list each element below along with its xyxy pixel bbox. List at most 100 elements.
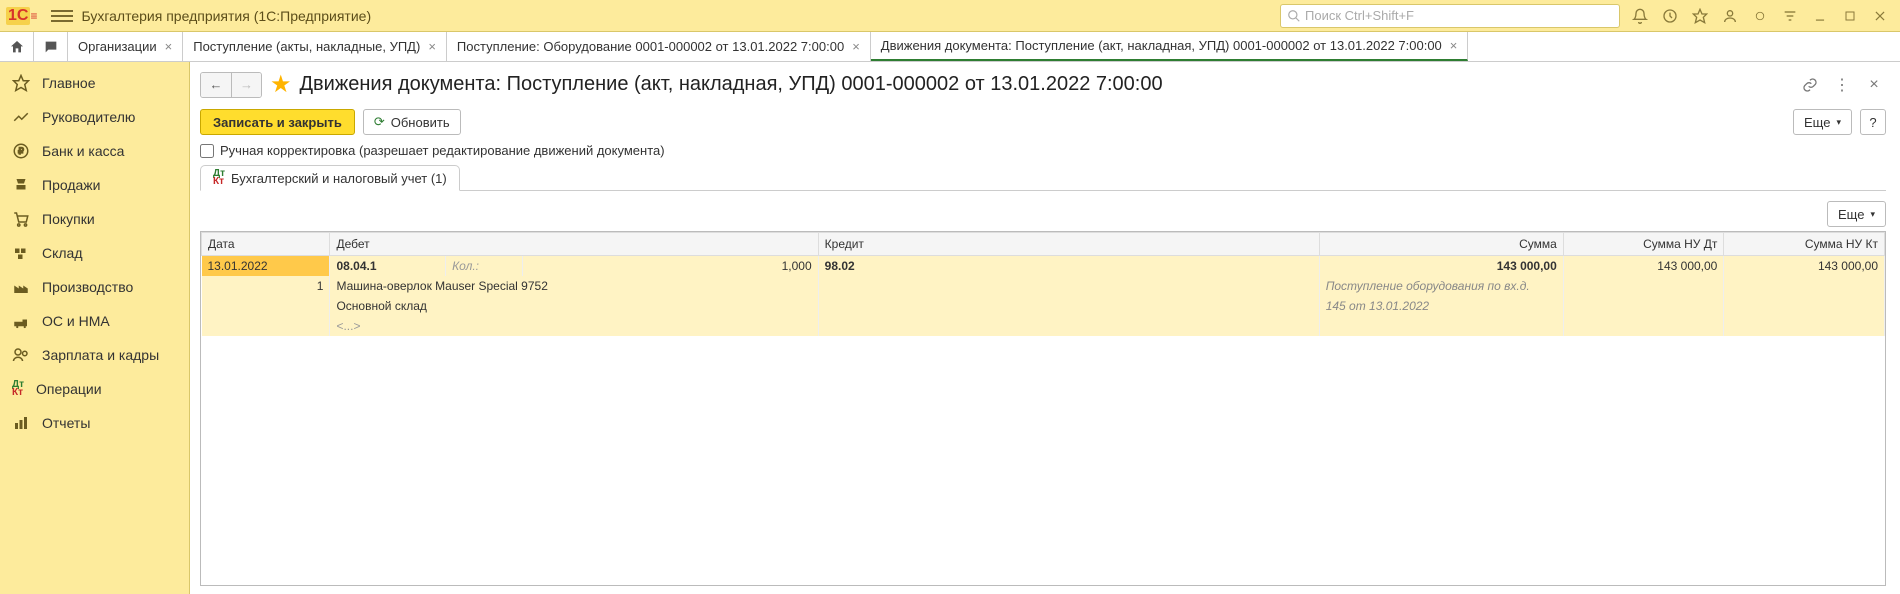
sidebar-item-main[interactable]: Главное xyxy=(0,66,189,100)
tab-receipts[interactable]: Поступление (акты, накладные, УПД) × xyxy=(183,32,447,61)
sidebar-item-bank[interactable]: ₽ Банк и касса xyxy=(0,134,189,168)
tab-label: Поступление (акты, накладные, УПД) xyxy=(193,39,420,54)
search-placeholder: Поиск Ctrl+Shift+F xyxy=(1305,8,1414,23)
forward-button: → xyxy=(231,73,261,97)
sidebar-item-label: Операции xyxy=(36,381,102,397)
inner-tab-label: Бухгалтерский и налоговый учет (1) xyxy=(231,171,447,186)
cell-kol-value: 1,000 xyxy=(523,256,818,277)
sidebar-item-salary[interactable]: Зарплата и кадры xyxy=(0,338,189,372)
sidebar-item-assets[interactable]: ОС и НМА xyxy=(0,304,189,338)
star-icon[interactable] xyxy=(1686,2,1714,30)
logo-1c: 1C≡ xyxy=(6,7,37,25)
table-more-button[interactable]: Еще ▾ xyxy=(1827,201,1886,227)
minimize-icon[interactable] xyxy=(1806,2,1834,30)
col-sum[interactable]: Сумма xyxy=(1319,233,1563,256)
user-icon[interactable] xyxy=(1716,2,1744,30)
cell-comment2: 145 от 13.01.2022 xyxy=(1319,296,1563,316)
history-icon[interactable] xyxy=(1656,2,1684,30)
cell-credit-acc: 98.02 xyxy=(818,256,1319,277)
refresh-icon: ⟳ xyxy=(374,114,385,130)
cell-sum-nu-dt: 143 000,00 xyxy=(1563,256,1724,277)
tab-document-movements[interactable]: Движения документа: Поступление (акт, на… xyxy=(871,32,1469,61)
help-button[interactable]: ? xyxy=(1860,109,1886,135)
tab-receipt-equipment[interactable]: Поступление: Оборудование 0001-000002 от… xyxy=(447,32,871,61)
manual-edit-checkbox[interactable] xyxy=(200,144,214,158)
sidebar-item-label: Продажи xyxy=(42,177,100,193)
sidebar-item-label: Зарплата и кадры xyxy=(42,347,159,363)
more-label: Еще xyxy=(1804,115,1830,130)
movements-table: Дата Дебет Кредит Сумма Сумма НУ Дт Сумм… xyxy=(200,231,1886,586)
circle-icon[interactable] xyxy=(1746,2,1774,30)
tab-label: Движения документа: Поступление (акт, на… xyxy=(881,38,1442,53)
sidebar-item-label: Покупки xyxy=(42,211,95,227)
cell-debit-acc: 08.04.1 xyxy=(330,256,446,277)
sidebar-item-reports[interactable]: Отчеты xyxy=(0,406,189,440)
sidebar-item-production[interactable]: Производство xyxy=(0,270,189,304)
col-date[interactable]: Дата xyxy=(202,233,330,256)
cell-date: 13.01.2022 xyxy=(202,256,330,277)
tab-label: Поступление: Оборудование 0001-000002 от… xyxy=(457,39,844,54)
table-row[interactable]: 1 Машина-оверлок Mauser Special 9752 Пос… xyxy=(202,276,1885,296)
chevron-down-icon: ▾ xyxy=(1836,117,1841,128)
cell-comment1: Поступление оборудования по вх.д. xyxy=(1319,276,1563,296)
sidebar-item-label: Склад xyxy=(42,245,83,261)
col-credit[interactable]: Кредит xyxy=(818,233,1319,256)
close-icon[interactable]: × xyxy=(165,39,173,54)
cell-num: 1 xyxy=(202,276,330,296)
refresh-button[interactable]: ⟳ Обновить xyxy=(363,109,461,135)
close-icon[interactable]: × xyxy=(428,39,436,54)
sidebar-item-label: Руководителю xyxy=(42,109,135,125)
inner-tab-accounting[interactable]: ДтКт Бухгалтерский и налоговый учет (1) xyxy=(200,165,460,191)
titlebar: 1C≡ Бухгалтерия предприятия (1С:Предприя… xyxy=(0,0,1900,32)
document-title: Движения документа: Поступление (акт, на… xyxy=(300,73,1163,96)
sidebar-item-purchases[interactable]: Покупки xyxy=(0,202,189,236)
filter-icon[interactable] xyxy=(1776,2,1804,30)
sidebar-item-sales[interactable]: Продажи xyxy=(0,168,189,202)
link-icon[interactable] xyxy=(1798,73,1822,97)
hamburger-icon[interactable] xyxy=(51,5,73,27)
more-button[interactable]: Еще ▾ xyxy=(1793,109,1852,135)
dtkt-icon: ДтКт xyxy=(213,170,225,186)
sidebar-item-label: Банк и касса xyxy=(42,143,124,159)
cell-subkonto3: <...> xyxy=(330,316,818,336)
sidebar-item-label: Главное xyxy=(42,75,96,91)
app-title: Бухгалтерия предприятия (1С:Предприятие) xyxy=(81,8,371,24)
nav-back-forward: ← → xyxy=(200,72,262,98)
manual-edit-label: Ручная корректировка (разрешает редактир… xyxy=(220,143,665,158)
chevron-down-icon: ▾ xyxy=(1870,209,1875,220)
cell-subkonto1: Машина-оверлок Mauser Special 9752 xyxy=(330,276,818,296)
more-label: Еще xyxy=(1838,207,1864,222)
sidebar: Главное Руководителю ₽ Банк и касса Прода… xyxy=(0,62,190,594)
save-close-button[interactable]: Записать и закрыть xyxy=(200,109,355,135)
chat-icon[interactable] xyxy=(34,32,68,61)
sidebar-item-label: ОС и НМА xyxy=(42,313,110,329)
sidebar-item-manager[interactable]: Руководителю xyxy=(0,100,189,134)
tabstrip: Организации× Поступление (акты, накладны… xyxy=(0,32,1900,62)
maximize-icon[interactable] xyxy=(1836,2,1864,30)
sidebar-item-warehouse[interactable]: Склад xyxy=(0,236,189,270)
table-row[interactable]: Основной склад 145 от 13.01.2022 xyxy=(202,296,1885,316)
cell-sum-nu-kt: 143 000,00 xyxy=(1724,256,1885,277)
table-row[interactable]: <...> xyxy=(202,316,1885,336)
cell-subkonto2: Основной склад xyxy=(330,296,818,316)
bell-icon[interactable] xyxy=(1626,2,1654,30)
table-row[interactable]: 13.01.2022 08.04.1 Кол.: 1,000 98.02 143… xyxy=(202,256,1885,277)
refresh-label: Обновить xyxy=(391,115,450,130)
close-icon[interactable]: × xyxy=(1450,38,1458,53)
tab-organizations[interactable]: Организации× xyxy=(68,32,183,61)
col-sum-nu-dt[interactable]: Сумма НУ Дт xyxy=(1563,233,1724,256)
col-sum-nu-kt[interactable]: Сумма НУ Кт xyxy=(1724,233,1885,256)
back-button[interactable]: ← xyxy=(201,73,231,97)
svg-text:₽: ₽ xyxy=(18,146,24,156)
close-icon[interactable]: × xyxy=(852,39,860,54)
content: ← → ★ Движения документа: Поступление (а… xyxy=(190,62,1900,594)
more-vertical-icon[interactable]: ⋮ xyxy=(1830,73,1854,97)
home-icon[interactable] xyxy=(0,32,34,61)
favorite-star-icon[interactable]: ★ xyxy=(270,70,292,99)
close-icon[interactable]: × xyxy=(1862,73,1886,97)
search-input[interactable]: Поиск Ctrl+Shift+F xyxy=(1280,4,1620,28)
cell-kol-label: Кол.: xyxy=(446,256,523,277)
col-debit[interactable]: Дебет xyxy=(330,233,818,256)
close-icon[interactable] xyxy=(1866,2,1894,30)
sidebar-item-operations[interactable]: ДтКтОперации xyxy=(0,372,189,406)
